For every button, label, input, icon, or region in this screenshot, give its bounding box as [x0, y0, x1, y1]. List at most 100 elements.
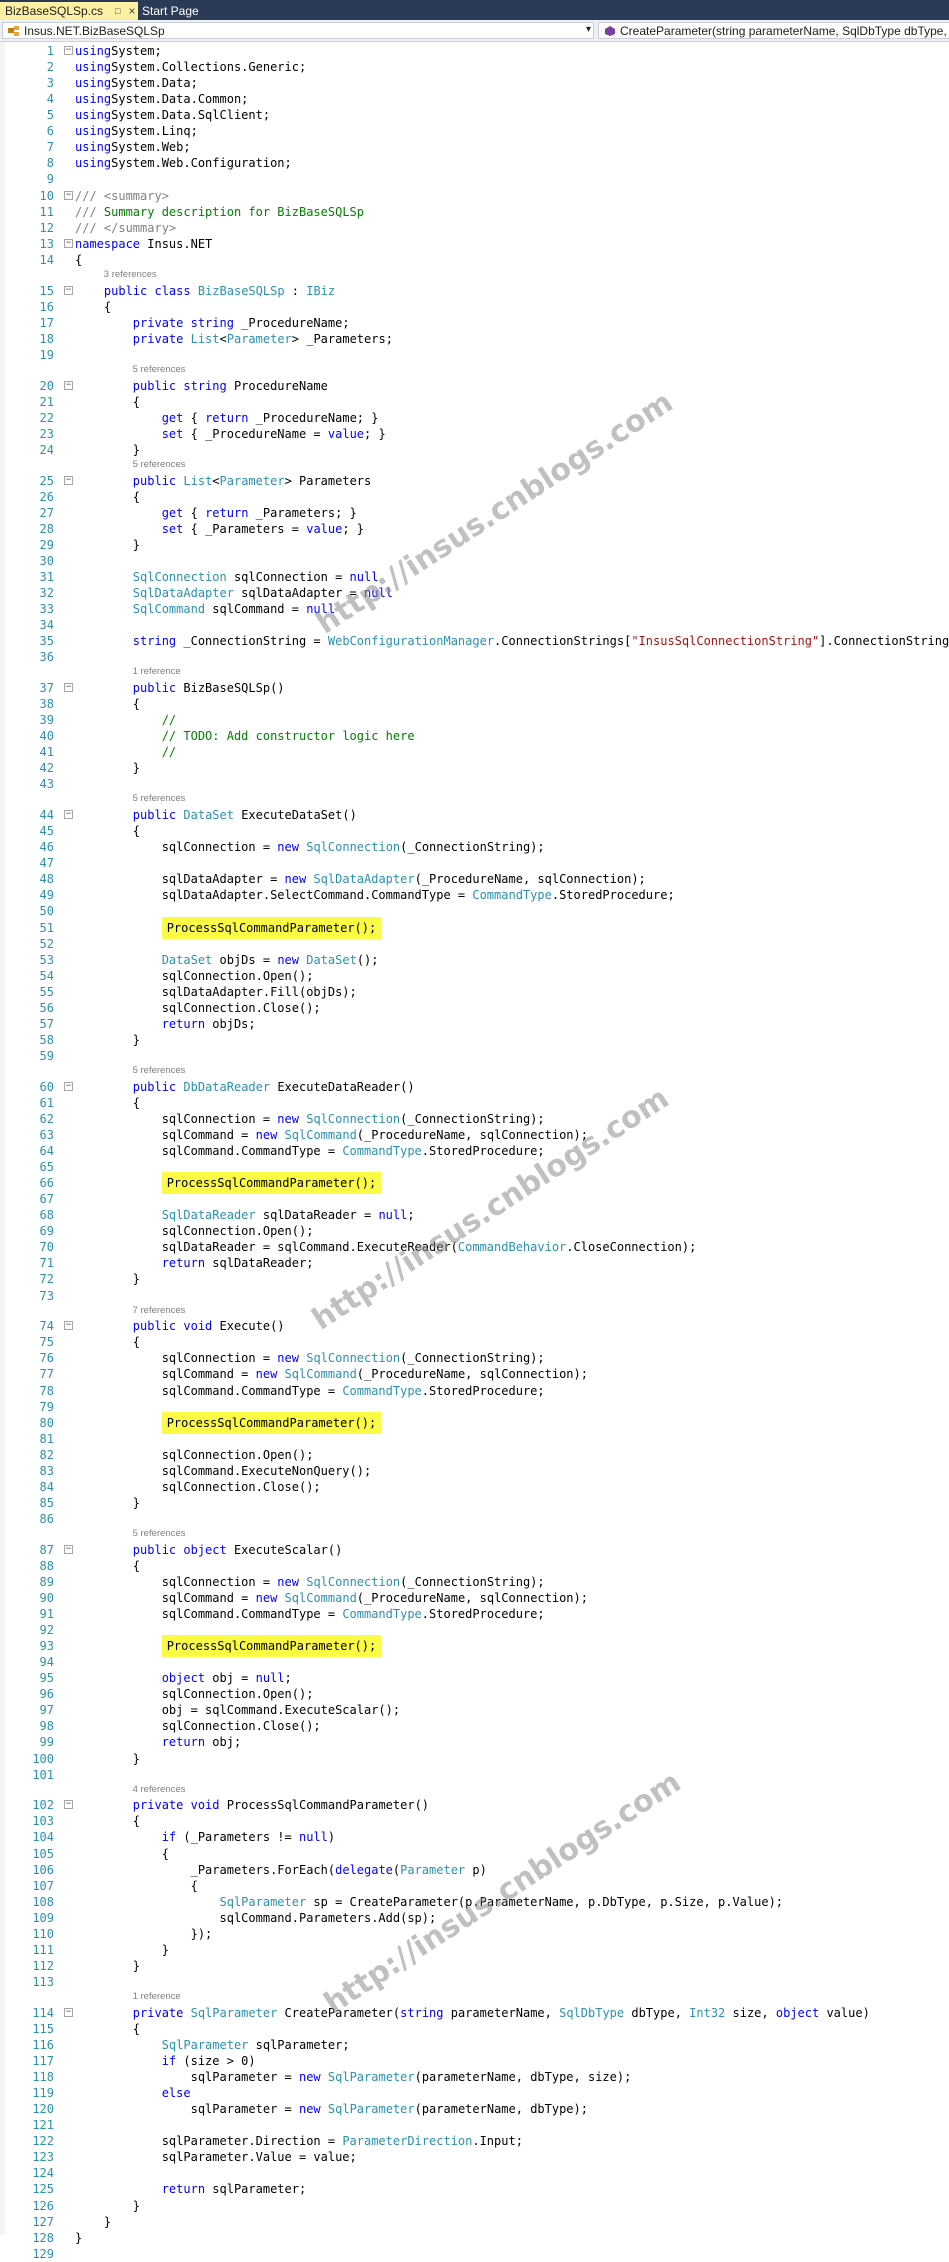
code-line[interactable]: 117 if (size > 0) [0, 2053, 949, 2069]
member-dropdown[interactable]: CreateParameter(string parameterName, Sq… [598, 22, 949, 39]
collapse-toggle-icon[interactable]: − [64, 238, 73, 248]
code-line[interactable]: 20− public string ProcedureName [0, 378, 949, 394]
collapse-toggle-icon[interactable]: − [64, 1800, 73, 1810]
code-line[interactable]: 46 sqlConnection = new SqlConnection(_Co… [0, 839, 949, 855]
tab-start-page[interactable]: Start Page [138, 2, 236, 20]
code-line[interactable]: 123 sqlParameter.Value = value; [0, 2149, 949, 2165]
code-line[interactable]: 18 private List<Parameter> _Parameters; [0, 331, 949, 347]
code-line[interactable]: 97 obj = sqlCommand.ExecuteScalar(); [0, 1702, 949, 1718]
code-line[interactable]: 13− namespace Insus.NET [0, 236, 949, 252]
code-line[interactable]: 83 sqlCommand.ExecuteNonQuery(); [0, 1463, 949, 1479]
code-line[interactable]: 23 set { _ProcedureName = value; } [0, 426, 949, 442]
code-line[interactable]: 27 get { return _Parameters; } [0, 505, 949, 521]
reference-count-link[interactable]: 5 references [133, 793, 186, 805]
code-line[interactable]: 5 usingSystem.Data.SqlClient; [0, 107, 949, 123]
code-line[interactable]: 3 usingSystem.Data; [0, 75, 949, 91]
code-line[interactable]: 85 } [0, 1495, 949, 1511]
collapse-toggle-icon[interactable]: − [64, 285, 73, 295]
code-line[interactable]: 51 ProcessSqlCommandParameter(); [0, 916, 949, 939]
code-line[interactable]: 31 SqlConnection sqlConnection = null [0, 569, 949, 585]
code-line[interactable]: 57 return objDs; [0, 1016, 949, 1032]
code-line[interactable]: 122 sqlParameter.Direction = ParameterDi… [0, 2133, 949, 2149]
code-line[interactable]: 119 else [0, 2085, 949, 2101]
code-line[interactable]: 10−/// <summary> [0, 188, 949, 204]
code-line[interactable]: 129 [0, 2246, 949, 2262]
code-line[interactable]: 99 return obj; [0, 1734, 949, 1750]
code-line[interactable]: 105 { [0, 1846, 949, 1862]
code-line[interactable]: 38 { [0, 696, 949, 712]
class-dropdown[interactable]: Insus.NET.BizBaseSQLSp ▾ [2, 22, 594, 39]
code-line[interactable]: 89 sqlConnection = new SqlConnection(_Co… [0, 1574, 949, 1590]
code-line[interactable]: 118 sqlParameter = new SqlParameter(para… [0, 2069, 949, 2085]
code-line[interactable]: 12 /// </summary> [0, 220, 949, 236]
code-line[interactable]: 124 [0, 2165, 949, 2181]
code-line[interactable]: 82 sqlConnection.Open(); [0, 1447, 949, 1463]
code-line[interactable]: 44− public DataSet ExecuteDataSet() [0, 807, 949, 823]
reference-count-link[interactable]: 5 references [133, 1065, 186, 1077]
code-line[interactable]: 53 DataSet objDs = new DataSet(); [0, 952, 949, 968]
code-line[interactable]: 92 [0, 1622, 949, 1638]
code-line[interactable]: 95 object obj = null; [0, 1670, 949, 1686]
reference-count-link[interactable]: 1 reference [133, 1991, 181, 2003]
code-line[interactable]: 128} [0, 2230, 949, 2246]
code-line[interactable]: 65 [0, 1159, 949, 1175]
code-line[interactable]: 22 get { return _ProcedureName; } [0, 410, 949, 426]
code-line[interactable]: 54 sqlConnection.Open(); [0, 968, 949, 984]
collapse-toggle-icon[interactable]: − [64, 1321, 73, 1331]
code-line[interactable]: 60− public DbDataReader ExecuteDataReade… [0, 1079, 949, 1095]
code-line[interactable]: 39 // [0, 712, 949, 728]
code-line[interactable]: 2 usingSystem.Collections.Generic; [0, 59, 949, 75]
code-line[interactable]: 73 [0, 1288, 949, 1304]
code-line[interactable]: 115 { [0, 2021, 949, 2037]
reference-count-link[interactable]: 5 references [133, 1528, 186, 1540]
reference-count-link[interactable]: 5 references [133, 459, 186, 471]
code-line[interactable]: 17 private string _ProcedureName; [0, 315, 949, 331]
code-line[interactable]: 88 { [0, 1558, 949, 1574]
code-line[interactable]: 68 SqlDataReader sqlDataReader = null; [0, 1207, 949, 1223]
code-line[interactable]: 66 ProcessSqlCommandParameter(); [0, 1172, 949, 1195]
code-line[interactable]: 11 /// Summary description for BizBaseSQL… [0, 204, 949, 220]
code-line[interactable]: 84 sqlConnection.Close(); [0, 1479, 949, 1495]
code-line[interactable]: 52 [0, 936, 949, 952]
reference-count-link[interactable]: 5 references [133, 364, 186, 376]
code-line[interactable]: 94 [0, 1654, 949, 1670]
code-line[interactable]: 112 } [0, 1958, 949, 1974]
code-line[interactable]: 16 { [0, 299, 949, 315]
code-line[interactable]: 9 [0, 171, 949, 187]
reference-count-link[interactable]: 4 references [133, 1784, 186, 1796]
code-line[interactable]: 106 _Parameters.ForEach(delegate(Paramet… [0, 1862, 949, 1878]
collapse-toggle-icon[interactable]: − [64, 46, 73, 55]
code-line[interactable]: 125 return sqlParameter; [0, 2181, 949, 2197]
code-line[interactable]: 36 [0, 649, 949, 665]
code-line[interactable]: 107 { [0, 1878, 949, 1894]
code-line[interactable]: 93 ProcessSqlCommandParameter(); [0, 1635, 949, 1658]
code-line[interactable]: 6 usingSystem.Linq; [0, 123, 949, 139]
reference-count-link[interactable]: 1 reference [133, 666, 181, 678]
code-line[interactable]: 108 SqlParameter sp = CreateParameter(p.… [0, 1894, 949, 1910]
code-line[interactable]: 8 usingSystem.Web.Configuration; [0, 155, 949, 171]
code-line[interactable]: 120 sqlParameter = new SqlParameter(para… [0, 2101, 949, 2117]
code-line[interactable]: 91 sqlCommand.CommandType = CommandType.… [0, 1606, 949, 1622]
code-line[interactable]: 62 sqlConnection = new SqlConnection(_Co… [0, 1111, 949, 1127]
code-line[interactable]: 101 [0, 1767, 949, 1783]
code-line[interactable]: 71 return sqlDataReader; [0, 1255, 949, 1271]
code-line[interactable]: 113 [0, 1974, 949, 1990]
code-line[interactable]: 14 { [0, 252, 949, 268]
code-line[interactable]: 87− public object ExecuteScalar() [0, 1542, 949, 1558]
code-line[interactable]: 37− public BizBaseSQLSp() [0, 680, 949, 696]
code-line[interactable]: 81 [0, 1431, 949, 1447]
code-line[interactable]: 98 sqlConnection.Close(); [0, 1718, 949, 1734]
code-line[interactable]: 74− public void Execute() [0, 1318, 949, 1334]
code-line[interactable]: 100 } [0, 1751, 949, 1767]
collapse-toggle-icon[interactable]: − [64, 2007, 73, 2017]
code-line[interactable]: 96 sqlConnection.Open(); [0, 1686, 949, 1702]
code-line[interactable]: 127 } [0, 2214, 949, 2230]
collapse-toggle-icon[interactable]: − [64, 380, 73, 390]
code-line[interactable]: 59 [0, 1048, 949, 1064]
code-line[interactable]: 126 } [0, 2198, 949, 2214]
code-line[interactable]: 32 SqlDataAdapter sqlDataAdapter = null [0, 585, 949, 601]
code-line[interactable]: 40 // TODO: Add constructor logic here [0, 728, 949, 744]
code-line[interactable]: 42 } [0, 760, 949, 776]
code-line[interactable]: 7 usingSystem.Web; [0, 139, 949, 155]
code-line[interactable]: 55 sqlDataAdapter.Fill(objDs); [0, 984, 949, 1000]
